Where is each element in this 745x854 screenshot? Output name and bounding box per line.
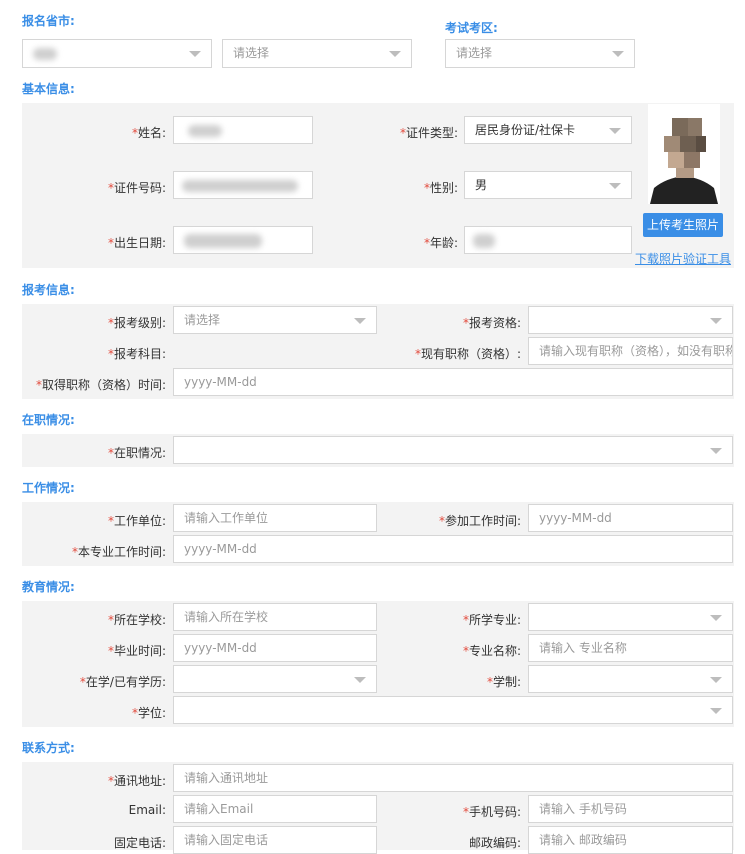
chevron-down-icon <box>710 318 722 324</box>
redacted-age <box>473 234 495 248</box>
exam-qualification-label: *报考资格: <box>462 316 521 330</box>
school-input[interactable]: 请输入所在学校 <box>173 603 377 631</box>
current-title-label: *现有职称（资格）: <box>414 347 521 361</box>
id-number-input[interactable] <box>173 171 313 199</box>
id-number-label: *证件号码: <box>107 181 166 195</box>
degree-select[interactable] <box>173 696 733 724</box>
major-work-time-label: *本专业工作时间: <box>71 545 166 559</box>
major-select[interactable] <box>528 603 733 631</box>
exam-level-select[interactable]: 请选择 <box>173 306 377 334</box>
chevron-down-icon <box>354 318 366 324</box>
education-level-select[interactable] <box>173 665 377 693</box>
section-work-label: 工作情况: <box>22 481 75 495</box>
school-system-label: *学制: <box>486 675 521 689</box>
section-exam-area-label: 考试考区: <box>445 21 498 35</box>
province-select[interactable] <box>22 39 212 68</box>
title-obtained-time-input[interactable]: yyyy-MM-dd <box>173 368 733 396</box>
chevron-down-icon <box>389 51 401 57</box>
chevron-down-icon <box>609 128 621 134</box>
exam-area-select[interactable]: 请选择 <box>445 39 635 68</box>
redacted-province <box>33 48 57 60</box>
birth-date-input[interactable] <box>173 226 313 254</box>
work-start-label: *参加工作时间: <box>438 514 521 528</box>
exam-level-label: *报考级别: <box>107 316 166 330</box>
birth-date-label: *出生日期: <box>107 236 166 250</box>
age-input[interactable] <box>464 226 632 254</box>
employment-status-select[interactable] <box>173 436 733 464</box>
exam-qualification-select[interactable] <box>528 306 733 334</box>
address-label: *通讯地址: <box>107 774 166 788</box>
name-label: *姓名: <box>131 126 166 140</box>
major-name-input[interactable]: 请输入 专业名称 <box>528 634 733 662</box>
upload-photo-button[interactable]: 上传考生照片 <box>643 213 723 237</box>
person-photo-icon <box>648 104 720 204</box>
work-unit-input[interactable]: 请输入工作单位 <box>173 504 377 532</box>
degree-label: *学位: <box>131 706 166 720</box>
graduation-time-input[interactable]: yyyy-MM-dd <box>173 634 377 662</box>
mobile-label: *手机号码: <box>462 805 521 819</box>
city-select[interactable]: 请选择 <box>222 39 412 68</box>
chevron-down-icon <box>189 51 201 57</box>
major-name-label: *专业名称: <box>462 644 521 658</box>
work-start-input[interactable]: yyyy-MM-dd <box>528 504 733 532</box>
chevron-down-icon <box>710 448 722 454</box>
chevron-down-icon <box>710 708 722 714</box>
zip-label: 邮政编码: <box>468 836 521 850</box>
download-photo-tool-link[interactable]: 下载照片验证工具 <box>635 250 731 267</box>
email-label: Email: <box>128 803 166 817</box>
chevron-down-icon <box>612 51 624 57</box>
section-province-label: 报名省市: <box>22 14 75 28</box>
current-title-input[interactable]: 请输入现有职称（资格），如没有职称请填写无 <box>528 337 733 365</box>
graduation-time-label: *毕业时间: <box>107 644 166 658</box>
chevron-down-icon <box>354 677 366 683</box>
exam-subject-label: *报考科目: <box>107 347 166 361</box>
school-system-select[interactable] <box>528 665 733 693</box>
landline-label: 固定电话: <box>113 836 166 850</box>
redacted-birth-date <box>184 234 262 248</box>
gender-label: *性别: <box>423 181 458 195</box>
major-work-time-input[interactable]: yyyy-MM-dd <box>173 535 733 563</box>
redacted-name <box>188 125 222 137</box>
employment-status-label: *在职情况: <box>107 446 166 460</box>
section-education-label: 教育情况: <box>22 580 75 594</box>
email-input[interactable]: 请输入Email <box>173 795 377 823</box>
section-basic-info-label: 基本信息: <box>22 82 75 96</box>
section-employment-label: 在职情况: <box>22 413 75 427</box>
section-exam-info-label: 报考信息: <box>22 283 75 297</box>
age-label: *年龄: <box>423 236 458 250</box>
section-contact-label: 联系方式: <box>22 741 75 755</box>
work-unit-label: *工作单位: <box>107 514 166 528</box>
redacted-id-number <box>182 180 298 192</box>
id-type-select[interactable]: 居民身份证/社保卡 <box>464 116 632 144</box>
school-label: *所在学校: <box>107 613 166 627</box>
name-input[interactable] <box>173 116 313 144</box>
title-obtained-time-label: *取得职称（资格）时间: <box>35 378 166 392</box>
id-type-label: *证件类型: <box>399 126 458 140</box>
chevron-down-icon <box>710 677 722 683</box>
mobile-input[interactable]: 请输入 手机号码 <box>528 795 733 823</box>
chevron-down-icon <box>609 183 621 189</box>
education-level-label: *在学/已有学历: <box>79 675 166 689</box>
gender-select[interactable]: 男 <box>464 171 632 199</box>
address-input[interactable]: 请输入通讯地址 <box>173 764 733 792</box>
chevron-down-icon <box>710 615 722 621</box>
applicant-photo <box>648 104 720 204</box>
major-label: *所学专业: <box>462 613 521 627</box>
